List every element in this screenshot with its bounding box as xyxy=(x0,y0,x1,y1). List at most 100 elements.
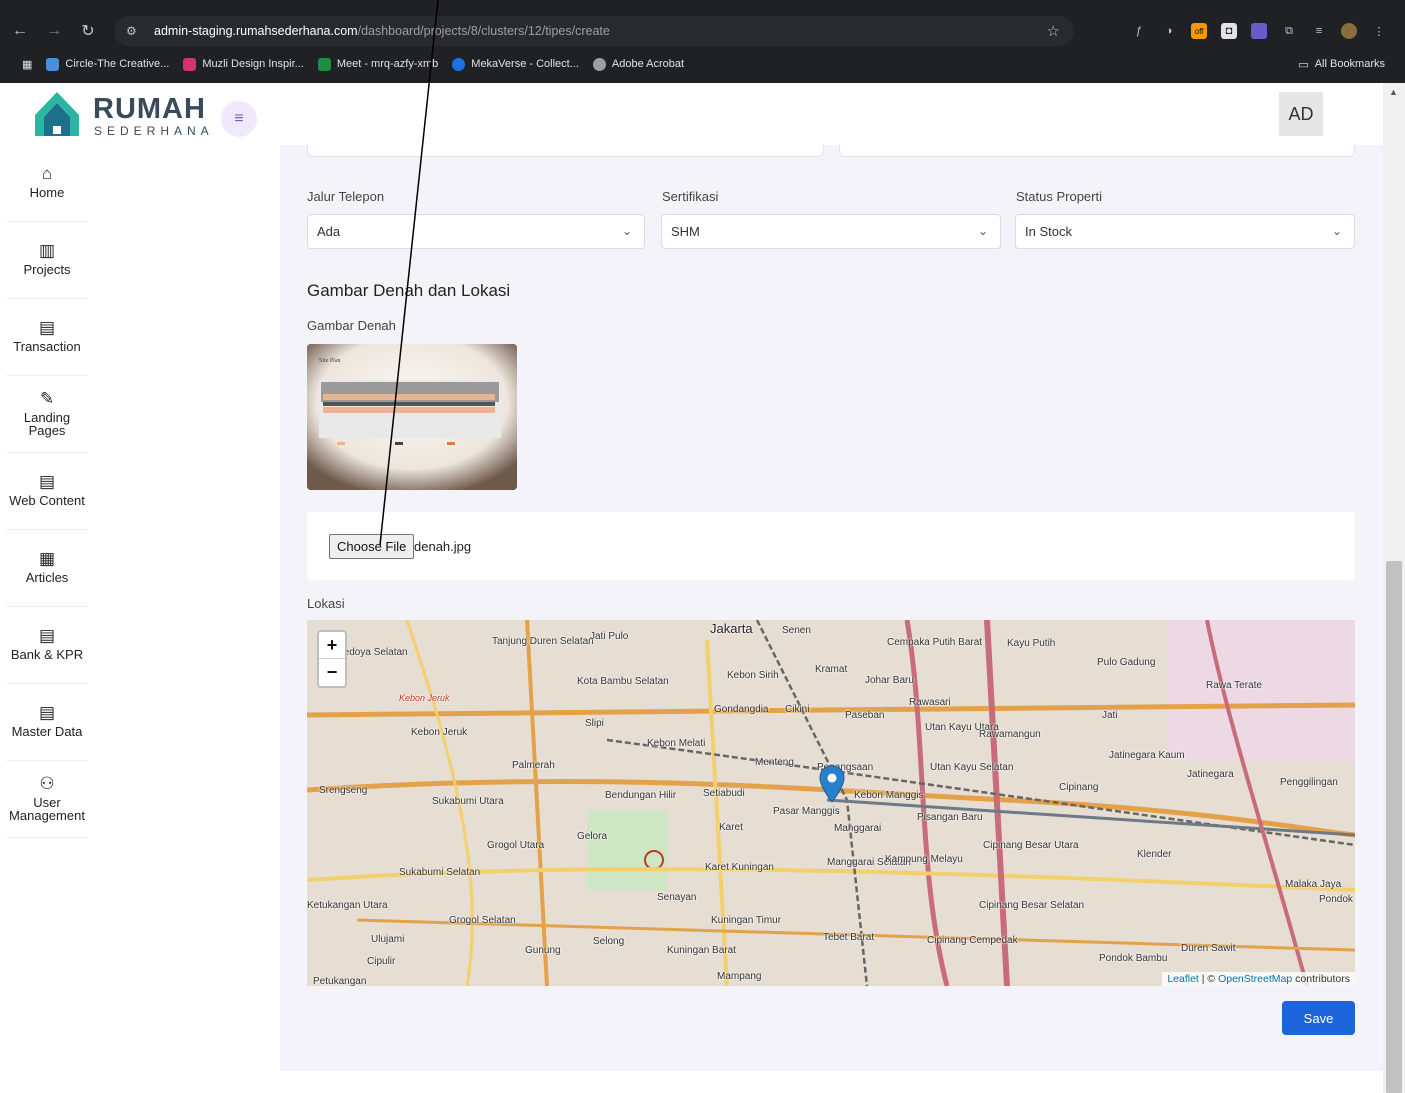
map-place-label: Malaka Jaya xyxy=(1285,879,1342,890)
zoom-out-button[interactable]: − xyxy=(319,659,345,686)
sertifikasi-label: Sertifikasi xyxy=(662,189,719,204)
map-place-label: Menteng xyxy=(755,757,794,768)
bookmark[interactable]: Meet - mrq-azfy-xmb xyxy=(317,57,439,71)
bookmark-icon xyxy=(452,57,466,71)
menu-toggle-icon[interactable]: ≡ xyxy=(221,101,257,137)
denah-preview-image: Site Plan xyxy=(307,344,517,490)
bookmark-star-icon[interactable]: ☆ xyxy=(1047,22,1060,40)
edit-icon: ✎ xyxy=(39,388,55,408)
map-place-label: Srengseng xyxy=(319,785,368,796)
map-place-label: Kebon Manggis xyxy=(854,790,924,801)
bookmark-label: Muzli Design Inspir... xyxy=(202,58,304,70)
avatar[interactable]: AD xyxy=(1279,92,1323,136)
browser-chrome: ← → ↻ ⚙ admin-staging.rumahsederhana.com… xyxy=(0,0,1405,83)
sidebar-item[interactable]: ▦ Articles xyxy=(6,530,88,607)
osm-link[interactable]: OpenStreetMap xyxy=(1218,973,1292,985)
map-place-label: Cipinang Besar Utara xyxy=(983,840,1079,851)
forward-icon[interactable]: → xyxy=(40,17,68,45)
sidebar-item-label: Master Data xyxy=(11,724,83,739)
sidebar-item-label: Landing Pages xyxy=(23,409,71,438)
ext-icon[interactable]: ◑ xyxy=(1161,23,1177,39)
map-place-label: Senayan xyxy=(657,892,697,903)
bookmark[interactable]: Adobe Acrobat xyxy=(592,57,685,71)
status-properti-value: In Stock xyxy=(1025,224,1072,239)
folder-icon: ▭ xyxy=(1298,58,1309,71)
map-place-label: Penggilingan xyxy=(1280,777,1338,788)
sidebar-item[interactable]: ▤ Transaction xyxy=(6,299,88,376)
sidebar-item[interactable]: ▤ Bank & KPR xyxy=(6,607,88,684)
location-map[interactable]: Jakarta Tanjung Duren Selatan Jati Pulo Sen… xyxy=(307,620,1355,986)
thumb-caption: Site Plan xyxy=(319,358,341,364)
apps-icon[interactable]: ▦ xyxy=(22,58,32,71)
jalur-telepon-label: Jalur Telepon xyxy=(307,189,385,204)
status-properti-select[interactable]: In Stock ⌄ xyxy=(1015,214,1355,249)
sertifikasi-select[interactable]: SHM ⌄ xyxy=(661,214,1001,249)
media-icon[interactable]: ≡ xyxy=(1311,23,1327,39)
scrollbar[interactable]: ▲ xyxy=(1383,83,1405,1093)
bookmark[interactable]: Muzli Design Inspir... xyxy=(183,57,304,71)
font-ext-icon[interactable]: ƒ xyxy=(1131,23,1147,39)
map-place-label: Senen xyxy=(782,625,811,636)
map-place-label: Kebon Jeruk xyxy=(411,727,468,738)
map-place-label: Kebon Melati xyxy=(647,738,706,749)
scroll-thumb[interactable] xyxy=(1386,561,1402,1093)
sidebar-item[interactable]: ⌂ Home xyxy=(6,145,88,222)
map-place-label: Rawa Terate xyxy=(1206,680,1262,691)
map-place-label: Tanjung Duren Selatan xyxy=(492,636,594,647)
map-place-label: Kebon Sirih xyxy=(727,670,779,681)
map-place-label: Kayu Putih xyxy=(1007,638,1056,649)
save-button[interactable]: Save xyxy=(1282,1001,1355,1035)
all-bookmarks[interactable]: ▭ All Bookmarks xyxy=(1298,58,1385,71)
sidebar-item[interactable]: ✎ Landing Pages xyxy=(6,376,88,453)
profile-icon[interactable] xyxy=(1341,23,1357,39)
map-place-label: Gondangdia xyxy=(714,704,769,715)
kebab-menu-icon[interactable]: ⋮ xyxy=(1371,23,1387,39)
bookmark[interactable]: MekaVerse - Collect... xyxy=(452,57,579,71)
scroll-up-icon[interactable]: ▲ xyxy=(1389,87,1398,97)
map-place-label: Klender xyxy=(1137,849,1172,860)
back-icon[interactable]: ← xyxy=(6,17,34,45)
sidebar-item-label: Home xyxy=(29,185,65,200)
field-remnant xyxy=(839,145,1355,157)
sidebar-item-label: Articles xyxy=(25,570,69,585)
map-place-label: Pulo Gadung xyxy=(1097,657,1156,668)
sidebar-item-label: User Management xyxy=(9,794,85,823)
map-place-label: Cikini xyxy=(785,704,810,715)
ext-icon[interactable]: ◘ xyxy=(1221,23,1237,39)
site-info-icon[interactable]: ⚙ xyxy=(126,24,144,38)
sidebar-item[interactable]: ⚇ User Management xyxy=(6,761,88,838)
bookmark-label: Adobe Acrobat xyxy=(611,58,685,70)
bookmark-label: Meet - mrq-azfy-xmb xyxy=(336,58,439,70)
sidebar-item[interactable]: ▤ Web Content xyxy=(6,453,88,530)
map-place-label: Palmerah xyxy=(512,760,555,771)
bookmark-icon xyxy=(592,57,606,71)
clipboard-icon: ▤ xyxy=(38,318,56,337)
main-content: Jalur Telepon Ada ⌄ Sertifikasi SHM ⌄ St… xyxy=(280,145,1383,1071)
ext-icon[interactable] xyxy=(1251,23,1267,39)
clipboard-icon: ▤ xyxy=(38,703,56,722)
bookmark[interactable]: Circle-The Creative... xyxy=(46,57,169,71)
off-ext-icon[interactable]: off xyxy=(1191,23,1207,39)
map-place-label: Bendungan Hilir xyxy=(605,790,677,801)
bookmark-label: MekaVerse - Collect... xyxy=(471,58,579,70)
jalur-telepon-select[interactable]: Ada ⌄ xyxy=(307,214,645,249)
map-attribution: Leaflet | © OpenStreetMap contributors xyxy=(1162,972,1355,986)
jalur-telepon-value: Ada xyxy=(317,224,341,239)
zoom-control: + − xyxy=(317,630,347,688)
map-place-label: Tebet Barat xyxy=(823,932,875,943)
field-remnant xyxy=(307,145,824,157)
address-bar[interactable]: ⚙ admin-staging.rumahsederhana.com/dashb… xyxy=(114,16,1074,46)
url-host: admin-staging.rumahsederhana.com xyxy=(154,24,358,38)
choose-file-button[interactable]: Choose File xyxy=(329,534,415,559)
sidebar-item[interactable]: ▤ Master Data xyxy=(6,684,88,761)
leaflet-link[interactable]: Leaflet xyxy=(1167,973,1199,985)
map-place-label: Manggarai xyxy=(834,823,882,834)
puzzle-icon[interactable]: ⧉ xyxy=(1281,23,1297,39)
sidebar-item[interactable]: ▥ Projects xyxy=(6,222,88,299)
zoom-in-button[interactable]: + xyxy=(319,632,345,659)
reload-icon[interactable]: ↻ xyxy=(74,17,102,45)
map-place-label: Kedoya Selatan xyxy=(337,647,408,658)
location-marker-icon[interactable] xyxy=(819,765,845,803)
map-place-label: Duren Sawit xyxy=(1181,943,1236,954)
file-name: denah.jpg xyxy=(414,539,472,554)
